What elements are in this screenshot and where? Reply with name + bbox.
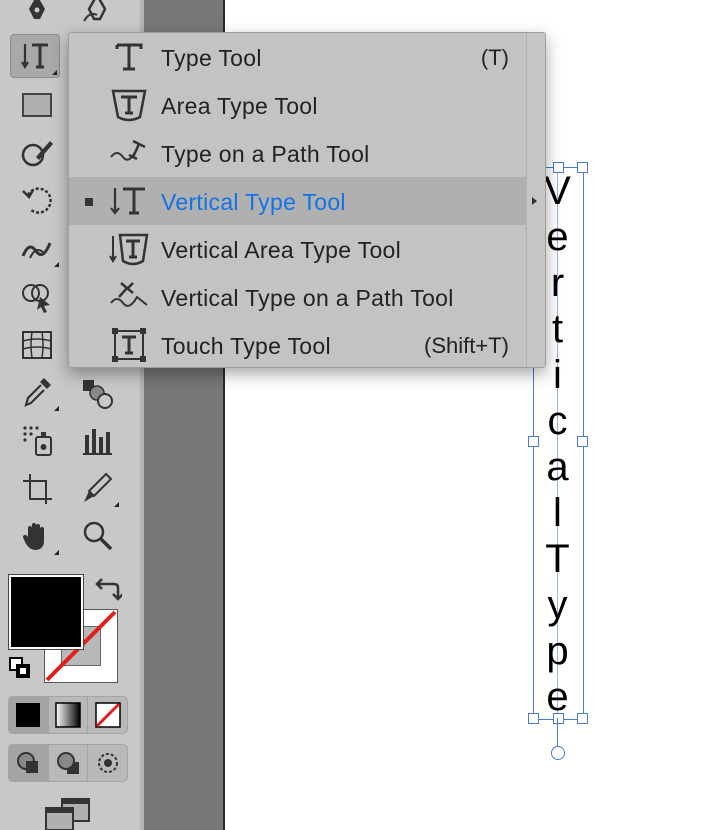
artboard-tool[interactable] — [12, 466, 62, 510]
draw-behind-icon — [57, 752, 79, 774]
draw-inside-button[interactable] — [88, 745, 127, 781]
vertical-type-tool[interactable] — [10, 34, 60, 78]
text-thread-line — [557, 718, 558, 748]
handle-bottom-center[interactable] — [553, 713, 564, 724]
menu-item-label: Vertical Area Type Tool — [161, 237, 402, 263]
pen-icon — [29, 0, 45, 19]
color-mode-group — [8, 696, 128, 734]
hand-icon — [23, 523, 44, 550]
submenu-arrow-icon — [532, 197, 537, 205]
current-tool-bullet — [85, 198, 93, 206]
hand-tool[interactable] — [12, 514, 62, 558]
menu-item-vertical-area-type-tool[interactable]: Vertical Area Type Tool — [69, 225, 527, 273]
handle-bottom-left[interactable] — [528, 713, 539, 724]
solid-color-icon — [16, 703, 41, 727]
text-out-port[interactable] — [551, 746, 565, 760]
draw-normal-icon — [17, 752, 39, 773]
draw-normal-button[interactable] — [9, 745, 49, 781]
shape-builder-icon — [22, 284, 50, 313]
vertical-type-on-path-icon — [110, 282, 148, 307]
menu-item-shortcut: (Shift+T) — [424, 333, 509, 358]
type-on-path-icon — [110, 139, 146, 161]
handle-middle-left[interactable] — [528, 436, 539, 447]
menu-item-touch-type-tool[interactable]: Touch Type Tool (Shift+T) — [69, 321, 527, 369]
blend-tool[interactable] — [72, 370, 122, 414]
screen-mode-icon[interactable] — [44, 796, 92, 830]
artboard-icon — [23, 474, 52, 504]
menu-item-vertical-type-on-path-tool[interactable]: Vertical Type on a Path Tool — [69, 273, 527, 321]
slice-tool[interactable] — [72, 466, 122, 510]
perspective-grid-icon — [22, 331, 52, 359]
curvature-pen-tool[interactable] — [72, 0, 122, 30]
menu-item-label: Area Type Tool — [161, 93, 318, 119]
vertical-type-icon — [110, 187, 145, 215]
slice-icon — [84, 472, 113, 502]
rectangle-icon — [22, 93, 52, 117]
perspective-grid-tool[interactable] — [12, 322, 62, 366]
handle-top-center[interactable] — [553, 162, 564, 173]
menu-item-label: Vertical Type Tool — [161, 189, 346, 215]
shaper-tool[interactable] — [12, 130, 62, 174]
menu-item-vertical-type-tool[interactable]: Vertical Type Tool — [69, 177, 537, 225]
eyedropper-tool[interactable] — [12, 370, 62, 414]
touch-type-icon — [112, 328, 146, 362]
type-icon — [115, 43, 143, 71]
symbol-sprayer-icon — [23, 426, 52, 456]
warp-tool[interactable] — [12, 226, 62, 270]
handle-top-right[interactable] — [577, 162, 588, 173]
none-icon — [94, 702, 121, 728]
shaper-icon — [21, 141, 53, 167]
zoom-tool[interactable] — [72, 514, 122, 558]
rectangle-tool[interactable] — [12, 82, 62, 126]
menu-item-area-type-tool[interactable]: Area Type Tool — [69, 81, 527, 129]
shape-builder-tool[interactable] — [12, 274, 62, 318]
menu-item-type-tool[interactable]: Type Tool (T) — [69, 33, 527, 81]
gradient-button[interactable] — [49, 697, 89, 733]
menu-item-type-on-path-tool[interactable]: Type on a Path Tool — [69, 129, 527, 177]
draw-behind-button[interactable] — [49, 745, 89, 781]
area-type-icon — [111, 89, 147, 122]
draw-inside-icon — [97, 753, 118, 773]
rotate-tool[interactable] — [12, 178, 62, 222]
gradient-icon — [55, 702, 81, 728]
menu-item-label: Vertical Type on a Path Tool — [161, 285, 454, 311]
swap-fill-stroke-icon[interactable] — [94, 576, 122, 602]
none-button[interactable] — [88, 697, 127, 733]
color-button[interactable] — [9, 697, 49, 733]
column-graph-tool[interactable] — [72, 418, 122, 462]
eyedropper-icon — [24, 378, 51, 407]
vertical-type-icon — [21, 43, 48, 70]
zoom-icon — [83, 521, 113, 551]
draw-mode-group — [8, 744, 128, 782]
default-fill-stroke-icon[interactable] — [8, 656, 32, 680]
pen-tool[interactable] — [12, 0, 62, 30]
symbol-sprayer-tool[interactable] — [12, 418, 62, 462]
menu-item-label: Type Tool — [161, 45, 262, 71]
menu-item-shortcut: (T) — [480, 45, 509, 70]
handle-middle-right[interactable] — [577, 436, 588, 447]
handle-bottom-right[interactable] — [577, 713, 588, 724]
warp-icon — [21, 242, 52, 259]
menu-item-label: Touch Type Tool — [161, 333, 331, 359]
curvature-pen-icon — [83, 0, 107, 22]
column-graph-icon — [83, 429, 112, 455]
blend-icon — [83, 380, 113, 409]
vertical-area-type-icon — [109, 233, 149, 266]
rotate-icon — [22, 187, 52, 214]
menu-item-label: Type on a Path Tool — [161, 141, 370, 167]
fill-swatch[interactable] — [9, 575, 83, 649]
type-tools-flyout: Type Tool (T) Area Type Tool Type on a P… — [68, 32, 546, 368]
